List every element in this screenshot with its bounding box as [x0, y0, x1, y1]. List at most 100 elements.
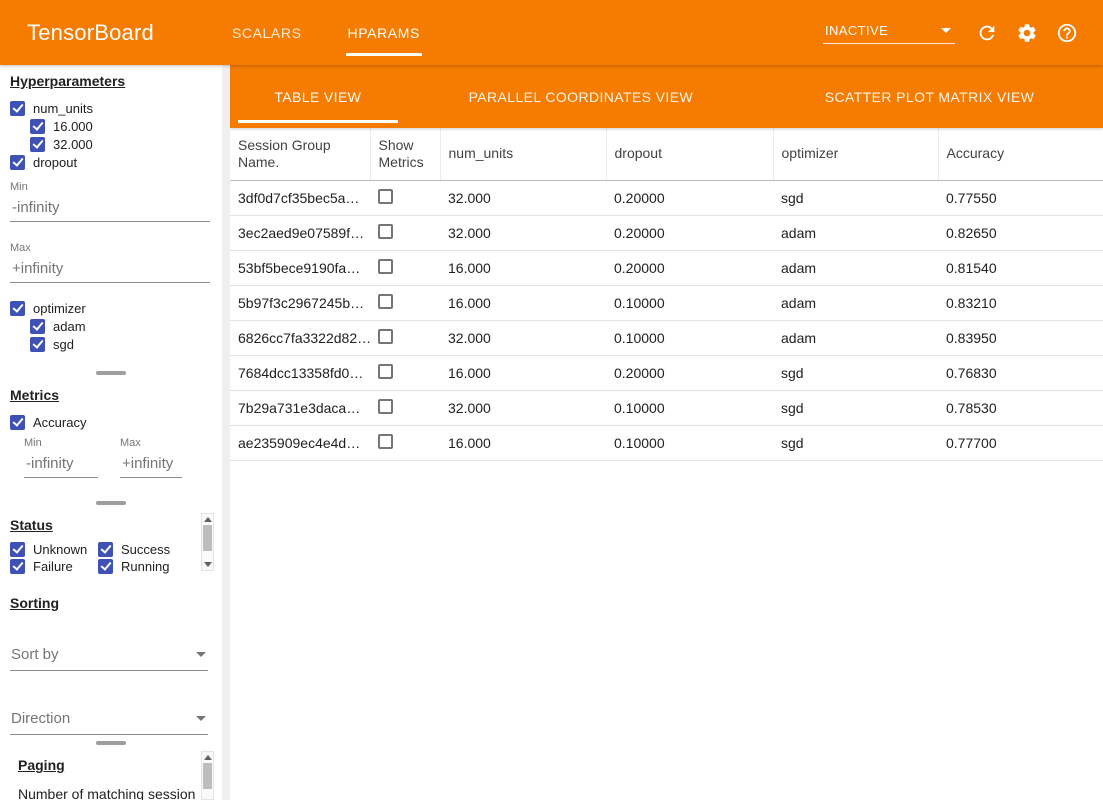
session-group-name: 6826cc7fa3322d82… — [230, 320, 370, 355]
column-optimizer[interactable]: optimizer — [773, 128, 938, 180]
tab-scatter-plot-matrix-view[interactable]: SCATTER PLOT MATRIX VIEW — [756, 65, 1103, 128]
show-metrics-checkbox[interactable] — [378, 189, 393, 204]
direction-select[interactable]: Direction — [10, 707, 208, 735]
metric-max-input[interactable] — [120, 451, 182, 478]
session-group-name: 5b97f3c2967245b… — [230, 285, 370, 320]
success-label: Success — [121, 542, 170, 557]
accuracy-value: 0.81540 — [938, 250, 1103, 285]
table-row: 5b97f3c2967245b… 16.000 0.10000 adam 0.8… — [230, 285, 1103, 320]
accuracy-label: Accuracy — [33, 415, 86, 430]
column-session-group-name[interactable]: Session Group Name. — [230, 128, 370, 180]
column-num-units[interactable]: num_units — [440, 128, 606, 180]
hyperparameter-list: num_units 16.000 32.000 dropout — [10, 99, 212, 171]
status-dropdown[interactable]: INACTIVE — [823, 21, 955, 44]
session-group-name: 7b29a731e3daca… — [230, 390, 370, 425]
table-row: 53bf5bece9190fa… 16.000 0.20000 adam 0.8… — [230, 250, 1103, 285]
hparam-value-16: 16.000 — [30, 117, 212, 135]
optimizer-value: adam — [773, 250, 938, 285]
accuracy-value: 0.78530 — [938, 390, 1103, 425]
tab-parallel-coordinates-view[interactable]: PARALLEL COORDINATES VIEW — [406, 65, 756, 128]
dropout-max-input[interactable] — [10, 256, 210, 283]
show-metrics-checkbox[interactable] — [378, 259, 393, 274]
hparam-value-adam: adam — [30, 317, 212, 335]
column-accuracy[interactable]: Accuracy — [938, 128, 1103, 180]
accuracy-value: 0.82650 — [938, 215, 1103, 250]
num-units-value: 16.000 — [440, 285, 606, 320]
column-dropout[interactable]: dropout — [606, 128, 773, 180]
sorting-title: Sorting — [10, 595, 59, 611]
section-resize-handle[interactable] — [0, 497, 222, 509]
section-resize-handle[interactable] — [0, 737, 222, 749]
optimizer-checkbox[interactable] — [10, 301, 25, 316]
tab-hparams[interactable]: HPARAMS — [332, 0, 436, 65]
tab-scalars[interactable]: SCALARS — [216, 0, 318, 65]
sgd-checkbox[interactable] — [30, 337, 45, 352]
scrollbar-thumb — [203, 525, 212, 551]
show-metrics-checkbox[interactable] — [378, 364, 393, 379]
show-metrics-checkbox[interactable] — [378, 329, 393, 344]
refresh-button[interactable] — [967, 13, 1007, 53]
adam-label: adam — [53, 319, 86, 334]
metric-accuracy: Accuracy — [10, 413, 212, 431]
chevron-down-icon — [196, 652, 206, 657]
value-32-checkbox[interactable] — [30, 137, 45, 152]
optimizer-group: optimizer adam sgd — [10, 299, 212, 353]
hparam-optimizer: optimizer — [10, 299, 212, 317]
success-checkbox[interactable] — [98, 542, 113, 557]
optimizer-value: sgd — [773, 425, 938, 460]
unknown-checkbox[interactable] — [10, 542, 25, 557]
show-metrics-checkbox[interactable] — [378, 224, 393, 239]
failure-checkbox[interactable] — [10, 559, 25, 574]
sorting-section: Sorting Sort by Direction — [0, 587, 222, 737]
table-row: 7b29a731e3daca… 32.000 0.10000 sgd 0.785… — [230, 390, 1103, 425]
dropout-value: 0.20000 — [606, 250, 773, 285]
metric-max-group: Max — [120, 437, 182, 478]
running-checkbox[interactable] — [98, 559, 113, 574]
app-title: TensorBoard — [27, 20, 154, 46]
table-row: 6826cc7fa3322d82… 32.000 0.10000 adam 0.… — [230, 320, 1103, 355]
accuracy-checkbox[interactable] — [10, 415, 25, 430]
dropout-checkbox[interactable] — [10, 155, 25, 170]
status-failure: Failure — [10, 558, 98, 575]
show-metrics-checkbox[interactable] — [378, 399, 393, 414]
paging-scrollbar[interactable] — [201, 751, 214, 800]
accuracy-value: 0.77700 — [938, 425, 1103, 460]
main-panel: TABLE VIEW PARALLEL COORDINATES VIEW SCA… — [230, 65, 1103, 800]
view-tabs: TABLE VIEW PARALLEL COORDINATES VIEW SCA… — [230, 65, 1103, 128]
num-units-checkbox[interactable] — [10, 101, 25, 116]
adam-checkbox[interactable] — [30, 319, 45, 334]
hparam-num-units: num_units — [10, 99, 212, 117]
dropout-value: 0.10000 — [606, 320, 773, 355]
dropout-value: 0.20000 — [606, 355, 773, 390]
hparam-value-sgd: sgd — [30, 335, 212, 353]
show-metrics-checkbox[interactable] — [378, 434, 393, 449]
show-metrics-checkbox[interactable] — [378, 294, 393, 309]
num-units-value: 32.000 — [440, 390, 606, 425]
num-units-value: 16.000 — [440, 250, 606, 285]
section-resize-handle[interactable] — [0, 367, 222, 379]
value-16-checkbox[interactable] — [30, 119, 45, 134]
status-dropdown-value: INACTIVE — [825, 23, 888, 38]
dropout-min-input[interactable] — [10, 195, 210, 222]
tab-table-view[interactable]: TABLE VIEW — [230, 65, 406, 128]
refresh-icon — [976, 22, 998, 44]
dropout-value: 0.10000 — [606, 285, 773, 320]
settings-button[interactable] — [1007, 13, 1047, 53]
optimizer-value: adam — [773, 285, 938, 320]
column-show-metrics[interactable]: Show Metrics — [370, 128, 440, 180]
status-section: Status Unknown Success Failure Running — [0, 509, 222, 575]
dropout-value: 0.20000 — [606, 215, 773, 250]
paging-summary: Number of matching session groups: 8 — [18, 785, 196, 800]
status-scrollbar[interactable] — [201, 513, 214, 571]
sort-by-select[interactable]: Sort by — [10, 643, 208, 671]
status-unknown: Unknown — [10, 541, 98, 558]
help-button[interactable] — [1047, 13, 1087, 53]
accuracy-value: 0.83210 — [938, 285, 1103, 320]
table-row: 7684dcc13358fd0… 16.000 0.20000 sgd 0.76… — [230, 355, 1103, 390]
metric-min-input[interactable] — [24, 451, 98, 478]
hparams-table: Session Group Name. Show Metrics num_uni… — [230, 128, 1103, 461]
session-group-name: 3df0d7cf35bec5a… — [230, 180, 370, 215]
show-metrics-cell — [370, 425, 440, 460]
metric-min-label: Min — [24, 437, 98, 449]
dropout-value: 0.10000 — [606, 425, 773, 460]
